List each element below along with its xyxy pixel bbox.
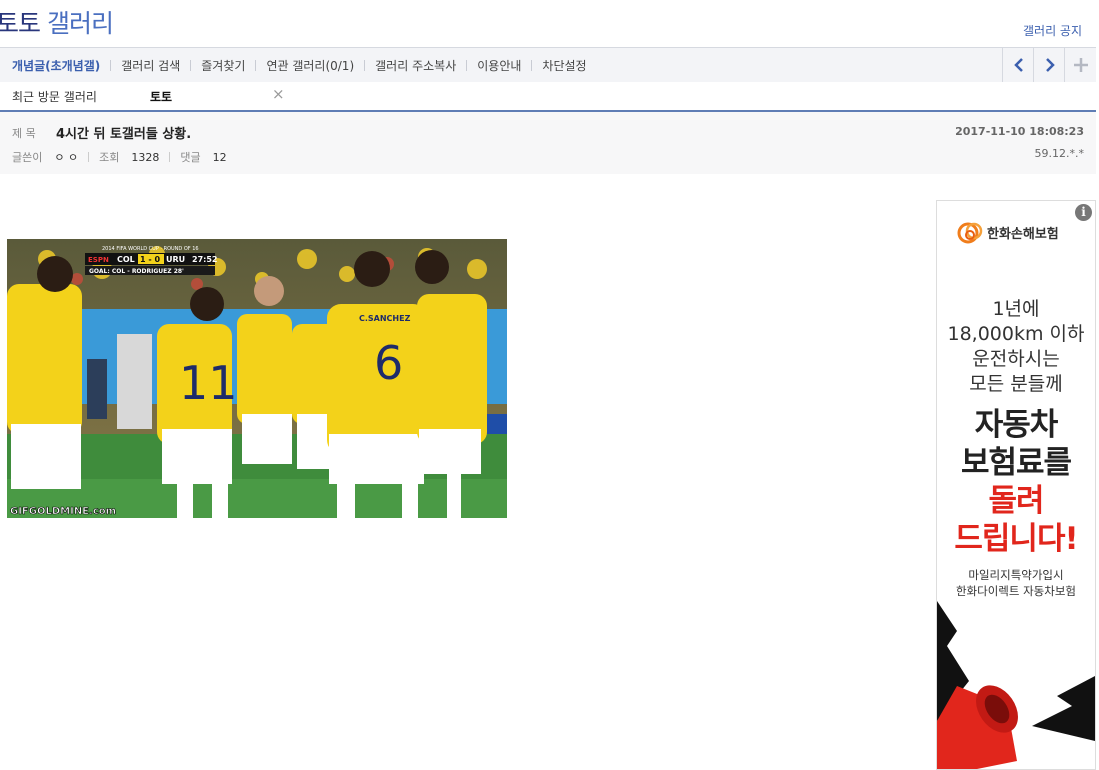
nav-divider — [531, 59, 533, 71]
recent-gallery-item[interactable]: 토토 — [150, 88, 172, 105]
author-label: 글쓴이 — [12, 151, 43, 164]
ad-banner[interactable]: i 한화손해보험 1년에 18,000km 이하 운전하시는 모든 분들께 자동… — [936, 200, 1096, 770]
post-image[interactable]: 11 6 C.SANCHEZ 2014 FIFA WORLD CUP · ROU… — [7, 239, 507, 518]
image-watermark: GIFGOLDMINE.com — [10, 506, 116, 517]
gallery-nav-bar: 개념글(초개념갤) 갤러리 검색 즐겨찾기 연관 갤러리(0/1) 갤러리 주소… — [0, 47, 1096, 83]
nav-divider — [110, 59, 112, 71]
views-label: 조회 — [99, 151, 120, 164]
post-meta: 글쓴이 ㅇ ㅇ 조회 1328 댓글 12 — [12, 149, 227, 165]
meta-divider — [88, 152, 90, 162]
nav-divider — [255, 59, 257, 71]
ad-brand-name: 한화손해보험 — [987, 226, 1059, 242]
info-icon[interactable]: i — [1075, 204, 1092, 221]
hanwha-logo-icon — [957, 222, 983, 244]
match-clock: 27:52 — [192, 255, 217, 264]
event-label: 2014 FIFA WORLD CUP · ROUND OF 16 — [102, 246, 199, 252]
nav-next-button[interactable] — [1033, 48, 1065, 82]
megaphone-icon — [937, 601, 1095, 769]
ad-headline-3: 돌려 — [988, 483, 1044, 519]
jersey-number-a: 11 — [179, 356, 238, 410]
ad-small-2: 한화다이렉트 자동차보험 — [955, 584, 1077, 598]
gallery-notice-link[interactable]: 갤러리 공지 — [1023, 22, 1082, 39]
ad-headline-1: 자동차 — [974, 407, 1059, 443]
view-count: 1328 — [131, 150, 160, 164]
recent-gallery-label: 최근 방문 갤러리 — [12, 90, 97, 104]
gallery-title[interactable]: 토토 갤러리 — [0, 4, 114, 40]
ad-brand: 한화손해보험 — [957, 219, 1059, 245]
ad-headline-2: 보험료를 — [960, 445, 1072, 481]
gallery-header: 토토 갤러리 갤러리 공지 — [0, 0, 1099, 47]
ad-headline-4: 드립니다! — [954, 521, 1078, 557]
ad-line-2: 18,000km 이하 — [947, 323, 1085, 345]
score-away: URU — [166, 255, 185, 264]
post-header: 제 목 4시간 뒤 토갤러들 상황. 2017-11-10 18:08:23 글… — [0, 112, 1096, 174]
score: 1 - 0 — [140, 255, 160, 264]
goal-line: GOAL: COL - RODRIGUEZ 28' — [89, 268, 184, 275]
post-subject: 4시간 뒤 토갤러들 상황. — [56, 127, 192, 142]
ad-line-3: 운전하시는 — [972, 348, 1060, 370]
chevron-right-icon — [1045, 58, 1055, 72]
chevron-left-icon — [1013, 58, 1023, 72]
nav-divider — [190, 59, 192, 71]
ad-small-1: 마일리지특약가입시 — [968, 568, 1064, 582]
ad-headline: 자동차 보험료를 돌려 드립니다! — [937, 406, 1095, 558]
gallery-title-prefix: 토토 — [0, 9, 41, 38]
gallery-nav-list: 개념글(초개념갤) 갤러리 검색 즐겨찾기 연관 갤러리(0/1) 갤러리 주소… — [12, 48, 587, 82]
nav-prev-button[interactable] — [1002, 48, 1034, 82]
ad-copy: 1년에 18,000km 이하 운전하시는 모든 분들께 — [937, 297, 1095, 397]
subject-label: 제 목 — [12, 127, 36, 140]
nav-item-concept-posts[interactable]: 개념글(초개념갤) — [12, 57, 100, 74]
post-author[interactable]: ㅇ ㅇ — [54, 149, 78, 165]
recent-gallery-bar: 최근 방문 갤러리 토토 × — [0, 82, 1096, 108]
nav-item-usage-guide[interactable]: 이용안내 — [477, 57, 521, 74]
nav-item-favorites[interactable]: 즐겨찾기 — [201, 57, 245, 74]
comments-label: 댓글 — [180, 151, 201, 164]
nav-item-gallery-search[interactable]: 갤러리 검색 — [121, 57, 180, 74]
nav-item-block-settings[interactable]: 차단설정 — [542, 57, 586, 74]
post-date: 2017-11-10 18:08:23 — [955, 125, 1084, 138]
jersey-name: C.SANCHEZ — [359, 314, 411, 323]
nav-divider — [466, 59, 468, 71]
soccer-celebration-image: 11 6 C.SANCHEZ 2014 FIFA WORLD CUP · ROU… — [7, 239, 507, 518]
broadcaster-logo: ESPN — [88, 256, 109, 264]
gallery-title-accent: 갤러리 — [46, 9, 114, 38]
ad-subcopy: 마일리지특약가입시 한화다이렉트 자동차보험 — [937, 567, 1095, 599]
nav-item-related-galleries[interactable]: 연관 갤러리(0/1) — [266, 57, 354, 74]
jersey-number-b: 6 — [374, 336, 403, 390]
nav-item-copy-address[interactable]: 갤러리 주소복사 — [375, 57, 456, 74]
nav-add-button[interactable] — [1064, 48, 1096, 82]
meta-divider — [169, 152, 171, 162]
ad-line-1: 1년에 — [992, 298, 1040, 320]
author-ip: 59.12.*.* — [1034, 147, 1084, 160]
comment-count: 12 — [212, 150, 227, 164]
score-home: COL — [117, 255, 135, 264]
ad-line-4: 모든 분들께 — [969, 373, 1063, 395]
nav-divider — [364, 59, 366, 71]
plus-icon — [1073, 58, 1088, 72]
close-icon[interactable]: × — [272, 85, 285, 103]
